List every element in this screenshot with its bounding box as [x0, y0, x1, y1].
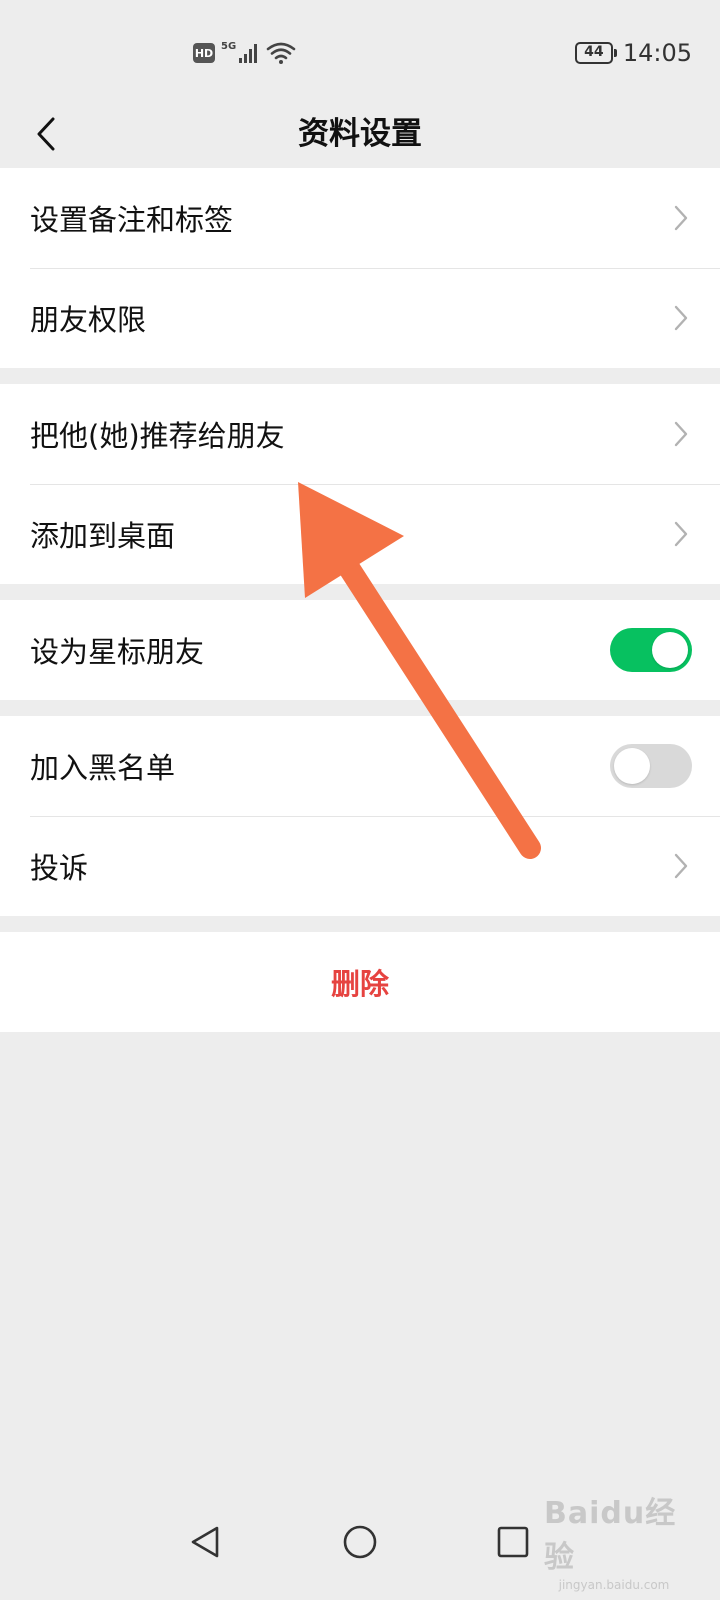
- settings-group-block: 加入黑名单 投诉: [0, 716, 720, 916]
- settings-group-remarks: 设置备注和标签 朋友权限: [0, 168, 720, 368]
- hd-icon: HD: [193, 43, 215, 63]
- row-label: 加入黑名单: [30, 751, 176, 785]
- row-blacklist: 加入黑名单: [0, 716, 720, 816]
- settings-group-share: 把他(她)推荐给朋友 添加到桌面: [0, 384, 720, 584]
- blacklist-toggle[interactable]: [610, 744, 692, 788]
- screen: HD 5G 44 14:05 资料设置 设置备注和标签 朋友权限 把他(她)推荐…: [0, 0, 720, 1600]
- row-label: 朋友权限: [30, 303, 147, 337]
- row-add-to-desktop[interactable]: 添加到桌面: [0, 484, 720, 584]
- network-type-label: 5G: [221, 41, 237, 52]
- system-back-button[interactable]: [175, 1512, 235, 1572]
- row-recommend-to-friends[interactable]: 把他(她)推荐给朋友: [0, 384, 720, 484]
- chevron-right-icon: [674, 853, 688, 879]
- row-friend-permissions[interactable]: 朋友权限: [0, 268, 720, 368]
- chevron-right-icon: [674, 421, 688, 447]
- chevron-right-icon: [674, 521, 688, 547]
- row-star-friend: 设为星标朋友: [0, 600, 720, 700]
- row-label: 添加到桌面: [30, 519, 176, 553]
- battery-icon: 44: [574, 42, 617, 64]
- chevron-left-icon: [37, 117, 55, 151]
- toggle-knob: [652, 632, 688, 668]
- row-set-remarks-tags[interactable]: 设置备注和标签: [0, 168, 720, 268]
- star-friend-toggle[interactable]: [610, 628, 692, 672]
- signal-icon: [239, 44, 258, 63]
- back-triangle-icon: [191, 1526, 219, 1558]
- home-circle-icon: [343, 1525, 377, 1559]
- row-label: 把他(她)推荐给朋友: [30, 419, 285, 453]
- watermark-main: Baidu经验: [544, 1496, 677, 1575]
- recents-square-icon: [497, 1526, 529, 1558]
- delete-button[interactable]: 删除: [0, 932, 720, 1032]
- wifi-icon: [266, 42, 296, 64]
- delete-label: 删除: [330, 967, 389, 1001]
- baidu-watermark: Baidu经验 jingyan.baidu.com: [544, 1496, 684, 1592]
- row-label: 设置备注和标签: [30, 203, 234, 237]
- status-right: 44 14:05: [574, 38, 692, 68]
- nav-header: 资料设置: [0, 100, 720, 168]
- toggle-knob: [614, 748, 650, 784]
- battery-level: 44: [584, 44, 604, 60]
- row-label: 设为星标朋友: [30, 635, 205, 669]
- back-button[interactable]: [18, 106, 74, 162]
- status-indicators: HD 5G: [193, 38, 296, 68]
- chevron-right-icon: [674, 205, 688, 231]
- page-title: 资料设置: [298, 116, 422, 152]
- chevron-right-icon: [674, 305, 688, 331]
- status-bar: HD 5G 44 14:05: [0, 0, 720, 100]
- row-label: 投诉: [30, 851, 89, 885]
- system-home-button[interactable]: [330, 1512, 390, 1572]
- system-recents-button[interactable]: [483, 1512, 543, 1572]
- watermark-sub: jingyan.baidu.com: [558, 1578, 670, 1592]
- delete-group: 删除: [0, 932, 720, 1032]
- settings-group-star: 设为星标朋友: [0, 600, 720, 700]
- clock: 14:05: [622, 39, 692, 67]
- row-complain[interactable]: 投诉: [0, 816, 720, 916]
